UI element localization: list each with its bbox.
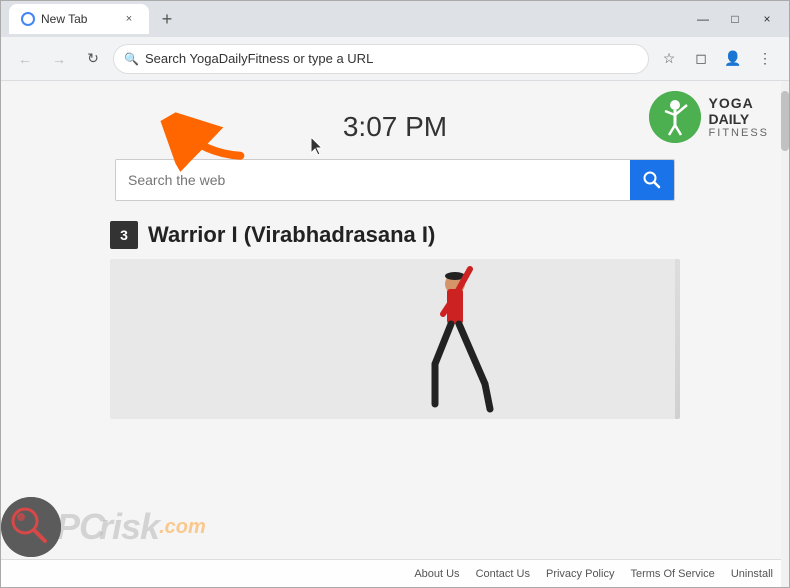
url-bar[interactable]: 🔍 Search YogaDailyFitness or type a URL xyxy=(113,44,649,74)
footer-contact[interactable]: Contact Us xyxy=(476,568,530,580)
browser-tab[interactable]: New Tab × xyxy=(9,4,149,34)
logo-area: YOGA DAILY FITNESS xyxy=(649,91,769,143)
article-section: 3 Warrior I (Virabhadrasana I) xyxy=(110,221,680,419)
tab-favicon xyxy=(21,12,35,26)
menu-button[interactable]: ⋮ xyxy=(751,45,779,73)
search-icon xyxy=(643,171,661,189)
close-button[interactable]: × xyxy=(753,5,781,33)
title-bar: New Tab × + — □ × xyxy=(1,1,789,37)
yoga-illustration xyxy=(110,259,680,419)
forward-icon: → xyxy=(52,51,66,67)
browser-frame: New Tab × + — □ × ← → ↻ 🔍 Search YogaDai… xyxy=(0,0,790,588)
pcrisk-pc-text: PC xyxy=(56,506,104,548)
url-text: Search YogaDailyFitness or type a URL xyxy=(145,51,638,66)
pcrisk-watermark: PC risk .com xyxy=(1,497,206,557)
logo-circle xyxy=(649,91,701,143)
tab-title: New Tab xyxy=(41,12,87,26)
extensions-button[interactable]: ◻ xyxy=(687,45,715,73)
search-box xyxy=(115,159,675,201)
footer-uninstall[interactable]: Uninstall xyxy=(731,568,773,580)
article-title: Warrior I (Virabhadrasana I) xyxy=(148,222,435,248)
article-image xyxy=(110,259,680,419)
article-header: 3 Warrior I (Virabhadrasana I) xyxy=(110,221,680,249)
logo-daily-text: DAILY xyxy=(709,111,769,127)
pcrisk-risk-text: risk xyxy=(99,506,159,548)
footer-terms[interactable]: Terms Of Service xyxy=(630,568,714,580)
page-content: YOGA DAILY FITNESS 3:07 PM 3 xyxy=(1,81,789,587)
minimize-button[interactable]: — xyxy=(689,5,717,33)
maximize-button[interactable]: □ xyxy=(721,5,749,33)
forward-button[interactable]: → xyxy=(45,45,73,73)
page-footer: About Us Contact Us Privacy Policy Terms… xyxy=(1,559,789,587)
window-controls: — □ × xyxy=(689,5,781,33)
bookmark-button[interactable]: ☆ xyxy=(655,45,683,73)
logo-yoga-text: YOGA xyxy=(709,95,769,111)
address-actions: ☆ ◻ 👤 ⋮ xyxy=(655,45,779,73)
footer-privacy[interactable]: Privacy Policy xyxy=(546,568,614,580)
refresh-icon: ↻ xyxy=(87,50,99,67)
location-icon: 🔍 xyxy=(124,52,139,66)
pcrisk-com-text: .com xyxy=(159,516,206,539)
new-tab-button[interactable]: + xyxy=(153,5,181,33)
logo-text: YOGA DAILY FITNESS xyxy=(709,95,769,139)
address-bar: ← → ↻ 🔍 Search YogaDailyFitness or type … xyxy=(1,37,789,81)
back-button[interactable]: ← xyxy=(11,45,39,73)
search-input[interactable] xyxy=(116,160,630,200)
article-number-badge: 3 xyxy=(110,221,138,249)
back-icon: ← xyxy=(18,51,32,67)
search-container xyxy=(1,159,789,201)
footer-about[interactable]: About Us xyxy=(414,568,459,580)
tab-close-button[interactable]: × xyxy=(121,11,137,27)
profile-button[interactable]: 👤 xyxy=(719,45,747,73)
scrollbar[interactable] xyxy=(781,81,789,587)
logo-fitness-text: FITNESS xyxy=(709,127,769,139)
scrollbar-thumb[interactable] xyxy=(781,91,789,151)
pcrisk-logo xyxy=(1,497,61,557)
search-button[interactable] xyxy=(630,160,674,200)
refresh-button[interactable]: ↻ xyxy=(79,45,107,73)
